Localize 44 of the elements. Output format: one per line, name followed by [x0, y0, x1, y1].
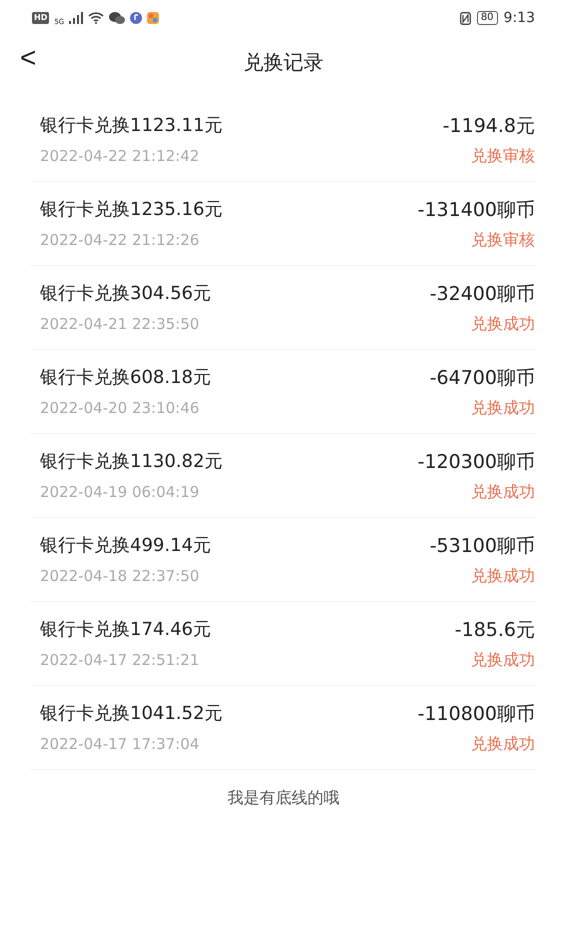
wifi-icon: [88, 12, 104, 24]
record-amount: -32400聊币: [430, 282, 535, 306]
record-time: 2022-04-21 22:35:50: [40, 314, 200, 334]
record-time: 2022-04-19 06:04:19: [40, 482, 200, 502]
record-amount: -53100聊币: [430, 534, 535, 558]
record-status: 兑换成功: [471, 482, 535, 502]
record-amount: -110800聊币: [418, 702, 535, 726]
record-title: 银行卡兑换1235.16元: [40, 198, 222, 222]
record-amount: -185.6元: [454, 618, 535, 642]
nfc-icon: [460, 12, 471, 24]
music-app-icon: [130, 12, 142, 24]
battery-indicator: 80: [476, 11, 498, 25]
record-amount: -1194.8元: [442, 114, 535, 138]
record-title: 银行卡兑换304.56元: [40, 282, 211, 306]
record-status: 兑换成功: [471, 314, 535, 334]
app-icon: [147, 12, 160, 24]
record-title: 银行卡兑换1041.52元: [40, 702, 222, 726]
back-button[interactable]: <: [20, 44, 36, 72]
record-status: 兑换成功: [471, 398, 535, 418]
record-title: 银行卡兑换608.18元: [40, 366, 211, 390]
page-title: 兑换记录: [244, 49, 324, 76]
record-title: 银行卡兑换1123.11元: [40, 114, 222, 138]
hd-badge: HD: [32, 12, 50, 24]
record-amount: -64700聊币: [430, 366, 535, 390]
record-amount: -131400聊币: [418, 198, 535, 222]
record-title: 银行卡兑换174.46元: [40, 618, 211, 642]
record-status: 兑换成功: [471, 734, 535, 754]
record-status: 兑换成功: [471, 650, 535, 670]
end-of-list-note: 我是有底线的哦: [228, 787, 340, 809]
chat-app-icon: [109, 12, 126, 24]
signal-icon: [69, 12, 84, 24]
record-status: 兑换成功: [471, 566, 535, 586]
record-time: 2022-04-17 22:51:21: [40, 650, 200, 670]
record-title: 银行卡兑换499.14元: [40, 534, 211, 558]
record-time: 2022-04-22 21:12:42: [40, 146, 200, 166]
record-title: 银行卡兑换1130.82元: [40, 450, 222, 474]
record-time: 2022-04-17 17:37:04: [40, 734, 200, 754]
record-time: 2022-04-20 23:10:46: [40, 398, 200, 418]
record-time: 2022-04-18 22:37:50: [40, 566, 200, 586]
record-time: 2022-04-22 21:12:26: [40, 230, 200, 250]
record-status: 兑换审核: [471, 146, 535, 166]
record-amount: -120300聊币: [418, 450, 535, 474]
record-status: 兑换审核: [471, 230, 535, 250]
clock-time: 9:13: [504, 8, 535, 28]
